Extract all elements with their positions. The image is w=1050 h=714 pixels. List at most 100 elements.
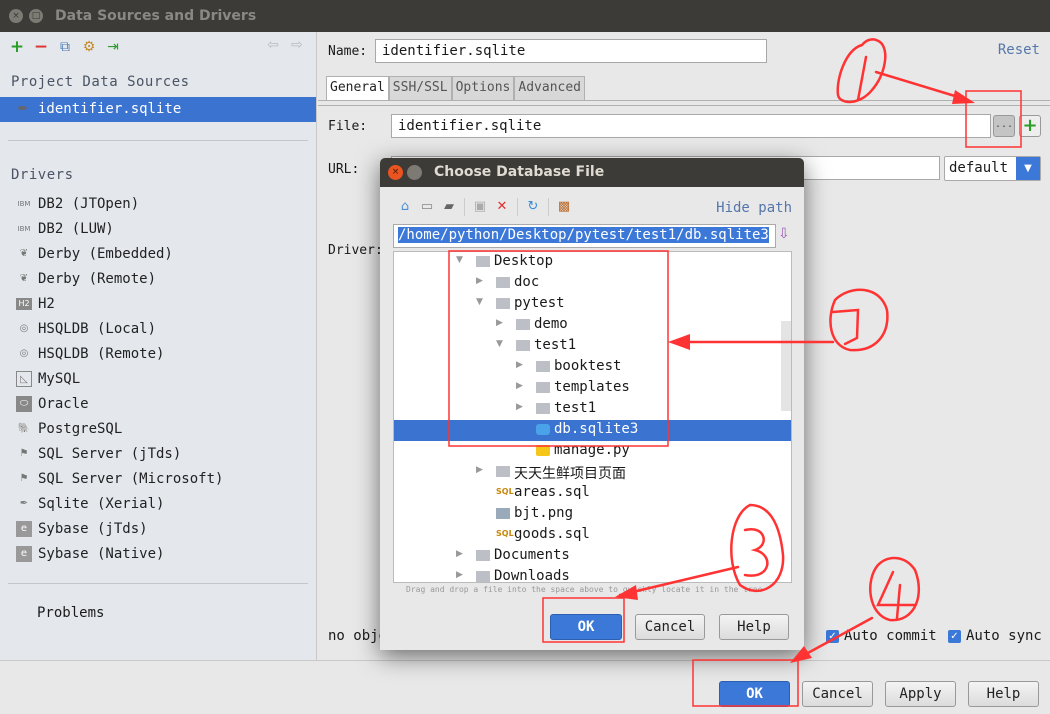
history-icon[interactable]: ⇩	[778, 226, 790, 242]
collapsed-arrow-icon[interactable]: ▶	[456, 570, 463, 580]
divider	[8, 583, 308, 584]
wrench-icon[interactable]: ⚙	[80, 38, 98, 56]
url-mode-select[interactable]: default ▼	[944, 156, 1041, 181]
collapsed-arrow-icon[interactable]: ▶	[516, 360, 523, 370]
apply-button[interactable]: Apply	[885, 681, 956, 707]
new-folder-icon[interactable]: ▣	[471, 198, 489, 216]
driver-item[interactable]: ✒ Sqlite (Xerial)	[0, 492, 316, 517]
folder-icon	[536, 382, 550, 393]
driver-item[interactable]: ⬭ Oracle	[0, 392, 316, 417]
drivers-heading: Drivers	[11, 167, 74, 183]
remove-icon[interactable]: −	[32, 38, 50, 56]
expanded-arrow-icon[interactable]: ▼	[456, 255, 463, 265]
dialog-maximize-button[interactable]	[407, 165, 422, 180]
dialog-ok-button[interactable]: OK	[550, 614, 622, 640]
driver-label: Derby (Remote)	[38, 271, 157, 287]
data-source-item[interactable]: ✒ identifier.sqlite	[0, 97, 316, 122]
hide-path-link[interactable]: Hide path	[716, 200, 792, 216]
auto-sync-checkbox[interactable]: ✓ Auto sync	[948, 628, 1042, 644]
tree-node[interactable]: db.sqlite3	[394, 420, 791, 441]
tree-node[interactable]: ▼ pytest	[394, 294, 791, 315]
desktop-icon[interactable]: ▭	[418, 198, 436, 216]
tab-advanced[interactable]: Advanced	[514, 76, 586, 100]
help-button[interactable]: Help	[968, 681, 1039, 707]
dialog-cancel-button[interactable]: Cancel	[635, 614, 705, 640]
driver-item[interactable]: ❦ Derby (Embedded)	[0, 242, 316, 267]
expanded-arrow-icon[interactable]: ▼	[476, 297, 483, 307]
forward-arrow-icon[interactable]: ⇨	[288, 36, 306, 54]
tree-node[interactable]: SQL areas.sql	[394, 483, 791, 504]
dialog-close-button[interactable]: ×	[388, 165, 403, 180]
cancel-button[interactable]: Cancel	[802, 681, 873, 707]
driver-item[interactable]: IBM DB2 (JTOpen)	[0, 192, 316, 217]
driver-item[interactable]: ◎ HSQLDB (Remote)	[0, 342, 316, 367]
show-hidden-icon[interactable]: ▩	[555, 198, 573, 216]
tree-node[interactable]: ▶ test1	[394, 399, 791, 420]
import-icon[interactable]: ⇥	[104, 38, 122, 56]
tree-node[interactable]: ▶ Downloads	[394, 567, 791, 582]
expanded-arrow-icon[interactable]: ▼	[496, 339, 503, 349]
derby-leaf-icon: ❦	[19, 273, 29, 284]
driver-label: MySQL	[38, 371, 81, 387]
driver-item[interactable]: ◺ MySQL	[0, 367, 316, 392]
h2-icon: H2	[16, 298, 32, 310]
driver-item[interactable]: H2 H2	[0, 292, 316, 317]
tree-node[interactable]: ▼ test1	[394, 336, 791, 357]
tab-options[interactable]: Options	[451, 76, 515, 100]
choose-database-file-dialog: × Choose Database File ⌂ ▭ ▰ ▣ ✕ ↻ ▩ Hid…	[380, 158, 804, 650]
tab-general[interactable]: General	[326, 76, 389, 100]
add-file-button[interactable]: +	[1019, 115, 1041, 137]
tree-node[interactable]: ▶ Documents	[394, 546, 791, 567]
driver-item[interactable]: ❦ Derby (Remote)	[0, 267, 316, 292]
driver-item[interactable]: ◎ HSQLDB (Local)	[0, 317, 316, 342]
tree-node[interactable]: ▼ Desktop	[394, 252, 791, 273]
tree-node[interactable]: ▶ booktest	[394, 357, 791, 378]
tree-node[interactable]: ▶ templates	[394, 378, 791, 399]
collapsed-arrow-icon[interactable]: ▶	[476, 276, 483, 286]
collapsed-arrow-icon[interactable]: ▶	[476, 465, 483, 475]
tree-node[interactable]: manage.py	[394, 441, 791, 462]
project-folder-icon[interactable]: ▰	[440, 198, 458, 216]
browse-file-button[interactable]: ...	[993, 115, 1015, 137]
tab-ssh-ssl[interactable]: SSH/SSL	[388, 76, 452, 100]
ok-button[interactable]: OK	[719, 681, 790, 707]
reset-link[interactable]: Reset	[998, 42, 1040, 58]
collapsed-arrow-icon[interactable]: ▶	[456, 549, 463, 559]
driver-item[interactable]: e Sybase (Native)	[0, 542, 316, 567]
dialog-titlebar: × Choose Database File	[380, 158, 804, 187]
name-input[interactable]: identifier.sqlite	[375, 39, 767, 63]
driver-item[interactable]: IBM DB2 (LUW)	[0, 217, 316, 242]
sql-file-icon: SQL	[496, 487, 514, 496]
collapsed-arrow-icon[interactable]: ▶	[496, 318, 503, 328]
delete-icon[interactable]: ✕	[493, 198, 511, 216]
driver-item[interactable]: e Sybase (jTds)	[0, 517, 316, 542]
window-close-button[interactable]: ×	[9, 9, 23, 23]
oracle-icon: ⬭	[16, 396, 32, 412]
file-input[interactable]: identifier.sqlite	[391, 114, 991, 138]
back-arrow-icon[interactable]: ⇦	[264, 36, 282, 54]
home-icon[interactable]: ⌂	[396, 198, 414, 216]
add-icon[interactable]: +	[8, 38, 26, 56]
driver-item[interactable]: ⚑ SQL Server (Microsoft)	[0, 467, 316, 492]
auto-commit-checkbox[interactable]: ✓ Auto commit	[826, 628, 937, 644]
driver-item[interactable]: ⚑ SQL Server (jTds)	[0, 442, 316, 467]
refresh-icon[interactable]: ↻	[524, 198, 542, 216]
dialog-help-button[interactable]: Help	[719, 614, 789, 640]
tree-node-label: demo	[534, 316, 568, 332]
collapsed-arrow-icon[interactable]: ▶	[516, 381, 523, 391]
problems-item[interactable]: Problems	[37, 605, 104, 621]
folder-icon	[516, 319, 530, 330]
driver-label: Sqlite (Xerial)	[38, 496, 165, 512]
file-tree[interactable]: ▼ Desktop ▶ doc ▼ pytest ▶ demo ▼ test1 ▶ booktest ▶…	[393, 251, 792, 583]
driver-item[interactable]: 🐘 PostgreSQL	[0, 417, 316, 442]
tree-node[interactable]: ▶ 天天生鲜项目页面	[394, 462, 791, 483]
tree-node[interactable]: ▶ demo	[394, 315, 791, 336]
tree-node[interactable]: SQL goods.sql	[394, 525, 791, 546]
window-maximize-button[interactable]: □	[29, 9, 43, 23]
copy-icon[interactable]: ⧉	[56, 38, 74, 56]
path-input[interactable]: /home/python/Desktop/pytest/test1/db.sql…	[393, 224, 776, 248]
collapsed-arrow-icon[interactable]: ▶	[516, 402, 523, 412]
sybase-icon: e	[16, 521, 32, 537]
tree-node[interactable]: bjt.png	[394, 504, 791, 525]
tree-node[interactable]: ▶ doc	[394, 273, 791, 294]
